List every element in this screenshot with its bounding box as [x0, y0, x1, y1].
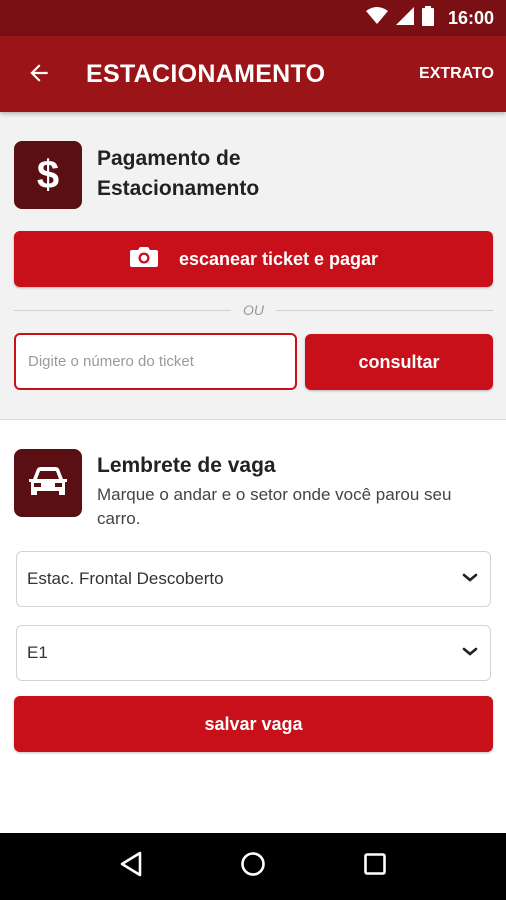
signal-icon	[395, 6, 414, 30]
reminder-subtitle: Marque o andar e o setor onde você parou…	[97, 485, 452, 528]
parking-select[interactable]: Estac. Frontal Descoberto	[16, 551, 491, 607]
car-icon	[14, 449, 82, 517]
camera-icon	[129, 245, 159, 274]
arrow-back-icon	[26, 60, 52, 91]
reminder-section: Lembrete de vaga Marque o andar e o seto…	[0, 421, 506, 833]
status-time: 16:00	[447, 7, 494, 28]
consult-button[interactable]: consultar	[305, 334, 493, 390]
extrato-button[interactable]: EXTRATO	[419, 36, 494, 112]
battery-icon	[421, 5, 434, 31]
back-button[interactable]	[22, 58, 56, 92]
nav-home-button[interactable]	[233, 847, 273, 887]
reminder-title: Lembrete de vaga	[97, 454, 276, 477]
payment-section: $ Pagamento de Estacionamento escanear t…	[0, 112, 506, 420]
app-bar: ESTACIONAMENTO EXTRATO	[0, 36, 506, 112]
chevron-down-icon	[462, 570, 478, 588]
status-bar: 16:00	[0, 0, 506, 36]
divider-line	[14, 309, 231, 311]
divider-line	[276, 309, 493, 311]
save-spot-button[interactable]: salvar vaga	[14, 696, 493, 752]
wifi-icon	[365, 6, 388, 30]
parking-select-value: Estac. Frontal Descoberto	[27, 569, 224, 588]
square-recents-icon	[363, 852, 387, 881]
or-divider: OU	[14, 300, 493, 320]
scan-button-label: escanear ticket e pagar	[178, 248, 379, 269]
triangle-back-icon	[119, 851, 143, 882]
circle-home-icon	[240, 851, 266, 882]
scan-ticket-button[interactable]: escanear ticket e pagar	[14, 231, 493, 287]
or-label: OU	[243, 302, 264, 318]
dollar-icon: $	[14, 141, 82, 209]
ticket-number-input[interactable]	[14, 333, 297, 390]
payment-title: Pagamento de Estacionamento	[97, 147, 260, 200]
system-nav-bar	[0, 833, 506, 900]
status-icons: 16:00	[365, 0, 494, 36]
chevron-down-icon	[462, 644, 478, 662]
sector-select-value: E1	[27, 643, 48, 662]
nav-recents-button[interactable]	[355, 847, 395, 887]
sector-select[interactable]: E1	[16, 625, 491, 681]
nav-back-button[interactable]	[111, 847, 151, 887]
page-title: ESTACIONAMENTO	[86, 60, 326, 88]
